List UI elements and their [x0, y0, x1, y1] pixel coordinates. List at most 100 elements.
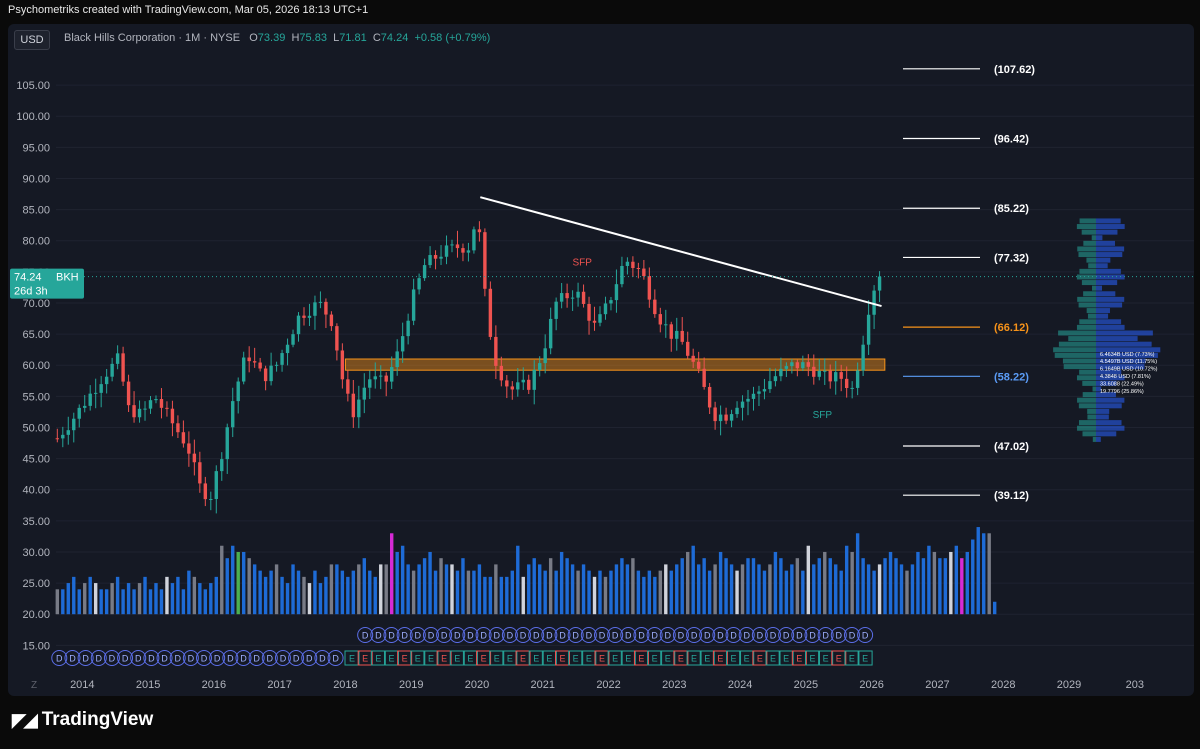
- candle-body: [642, 268, 646, 277]
- volume-bar: [631, 558, 635, 615]
- dividend-marker-label: D: [388, 631, 395, 641]
- x-tick-label: 2029: [1057, 679, 1081, 691]
- candle-body: [494, 336, 498, 366]
- x-tick-label: 2016: [202, 679, 226, 691]
- sfp-annotation: SFP: [813, 410, 833, 421]
- candle-body: [653, 299, 657, 315]
- candle-body: [450, 244, 454, 246]
- earnings-marker-label: E: [731, 654, 737, 664]
- y-tick-label: 70.00: [22, 298, 50, 310]
- candle-body: [746, 398, 750, 402]
- dividend-marker-label: D: [214, 654, 221, 664]
- volume-bar: [521, 576, 525, 615]
- candle-body: [209, 499, 213, 501]
- chart-canvas[interactable]: 15.00 20.00 25.00 30.00 35.00 40.00 45.00 50.00…: [8, 24, 1194, 696]
- volume-profile-label: 19.7796 (25.86%): [1100, 389, 1144, 395]
- volume-bar: [916, 551, 920, 615]
- candle-body: [603, 303, 608, 315]
- candle-body: [581, 291, 586, 304]
- earnings-marker-label: E: [507, 654, 513, 664]
- dividend-marker-label: D: [428, 631, 435, 641]
- dividend-marker-label: D: [467, 631, 474, 641]
- volume-bar: [433, 570, 438, 615]
- candle-body: [110, 363, 114, 377]
- volume-profile-bar: [1096, 414, 1109, 420]
- low-value: 71.81: [339, 32, 367, 44]
- volume-bar: [214, 576, 218, 615]
- candle-body: [877, 276, 882, 291]
- volume-bar: [88, 576, 92, 615]
- candle-body: [718, 414, 723, 422]
- volume-profile-bar: [1078, 403, 1096, 409]
- candle-body: [313, 302, 317, 316]
- author-credit: Psychometriks created with TradingView.c…: [8, 4, 369, 16]
- candle-body: [686, 341, 690, 356]
- candle-body: [614, 284, 619, 301]
- volume-bar: [899, 564, 904, 615]
- volume-profile-label: 6.1649B USD (10.72%): [1100, 367, 1158, 373]
- volume-profile-bar: [1096, 268, 1121, 274]
- dividend-marker-label: D: [122, 654, 129, 664]
- candle-body: [455, 244, 460, 249]
- candle-body: [790, 362, 794, 367]
- volume-profile-bar: [1081, 280, 1096, 286]
- candle-body: [384, 375, 388, 382]
- volume-bar: [99, 589, 103, 615]
- volume-bar: [740, 564, 745, 615]
- candle-body: [565, 293, 569, 299]
- candle-body: [707, 386, 712, 408]
- volume-profile-bar: [1092, 386, 1096, 392]
- volume-bar: [110, 583, 114, 615]
- volume-bar: [439, 558, 443, 615]
- candle-body: [680, 330, 684, 342]
- candle-body: [176, 423, 180, 433]
- volume-bar: [444, 564, 449, 615]
- volume-bar: [806, 545, 811, 615]
- volume-profile-bar: [1096, 252, 1123, 258]
- candle-body: [346, 379, 350, 394]
- volume-bar: [960, 558, 964, 615]
- earnings-marker-label: E: [691, 654, 697, 664]
- target-level-label: (66.12): [994, 322, 1029, 334]
- volume-bar: [927, 545, 931, 615]
- x-tick-label: 2020: [465, 679, 489, 691]
- volume-bar: [603, 576, 608, 615]
- volume-bar: [921, 558, 926, 615]
- y-tick-label: 45.00: [22, 454, 50, 466]
- earnings-marker-label: E: [862, 654, 868, 664]
- volume-bar: [461, 558, 465, 615]
- volume-profile-bar: [1078, 252, 1096, 258]
- volume-profile-bar: [1076, 375, 1096, 381]
- volume-bar: [417, 564, 421, 615]
- volume-bar: [686, 551, 690, 615]
- volume-bar: [636, 570, 641, 615]
- earnings-marker-label: E: [388, 654, 394, 664]
- axis-corner-label: Z: [31, 680, 37, 691]
- dividend-marker-label: D: [770, 631, 777, 641]
- candle-body: [231, 401, 235, 428]
- earnings-marker-label: E: [770, 654, 776, 664]
- volume-bar: [143, 576, 147, 615]
- volume-bar: [620, 558, 624, 615]
- candle-body: [241, 357, 246, 382]
- volume-profile-bar: [1088, 263, 1096, 269]
- chart-panel[interactable]: 15.00 20.00 25.00 30.00 35.00 40.00 45.00 50.00…: [8, 24, 1194, 696]
- volume-bar: [861, 558, 865, 615]
- volume-bar: [587, 570, 591, 615]
- volume-bar: [839, 570, 843, 615]
- volume-bar: [844, 545, 849, 615]
- candle-body: [620, 265, 624, 285]
- candle-body: [395, 351, 399, 368]
- x-tick-label: 2027: [925, 679, 949, 691]
- y-tick-label: 80.00: [22, 236, 50, 248]
- candle-body: [631, 261, 635, 269]
- candle-body: [99, 384, 103, 393]
- dividend-marker-label: D: [306, 654, 313, 664]
- currency-button[interactable]: USD: [14, 30, 50, 50]
- volume-bar: [209, 583, 213, 615]
- volume-bar: [357, 564, 361, 615]
- earnings-marker-label: E: [849, 654, 855, 664]
- volume-profile-bar: [1083, 291, 1096, 297]
- volume-bar: [812, 564, 816, 615]
- volume-bar: [943, 558, 948, 615]
